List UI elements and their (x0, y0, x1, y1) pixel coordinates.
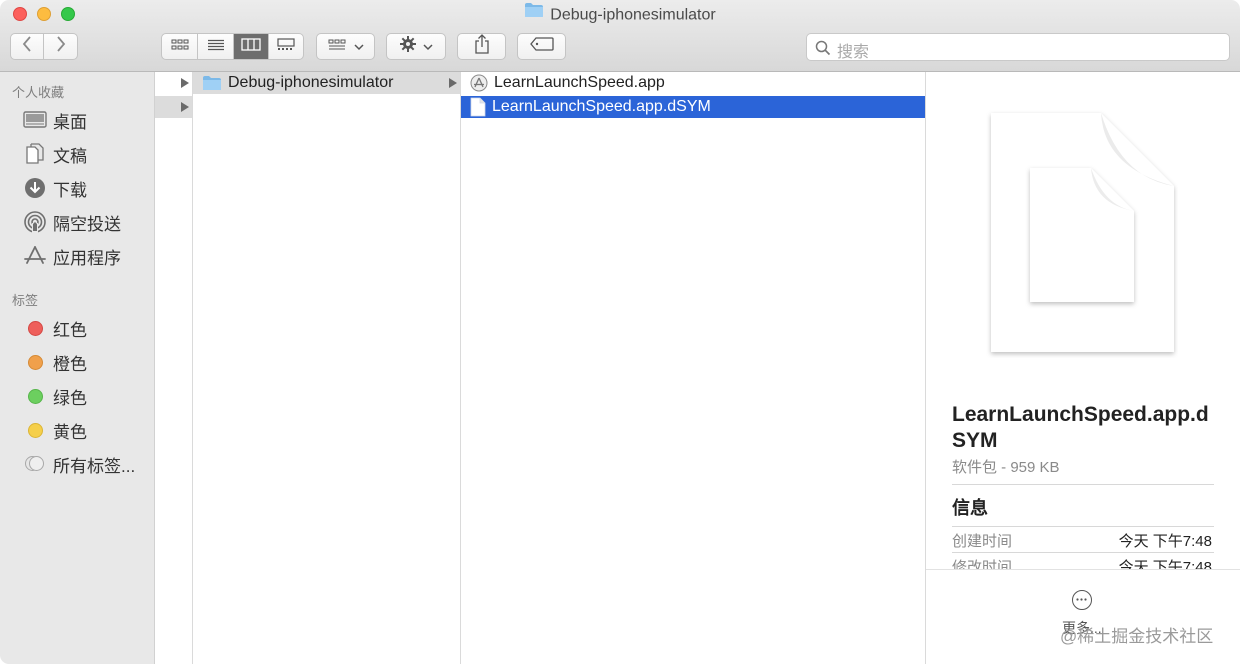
sidebar-tag-red[interactable]: 红色 (22, 314, 152, 342)
created-label: 创建时间 (952, 533, 1013, 550)
divider (952, 552, 1214, 553)
preview-file-name: LearnLaunchSpeed.app.dSYM (952, 403, 1209, 452)
gallery-view-button[interactable] (269, 34, 303, 59)
airdrop-icon (22, 210, 48, 234)
tag-icon (529, 37, 554, 56)
preview-pane: LearnLaunchSpeed.app.dSYM 软件包 - 959 KB 信… (926, 72, 1240, 664)
yellow-tag-dot-icon (27, 422, 43, 438)
share-icon (474, 34, 490, 59)
disclosure-triangle-icon (181, 102, 189, 112)
ancestor-column (155, 72, 193, 664)
preview-info-header: 信息 (952, 498, 988, 518)
window-title: Debug-iphonesimulator (0, 2, 1240, 26)
sidebar-item-label: 绿色 (53, 388, 87, 408)
column-view-button[interactable] (234, 34, 269, 59)
list-item-label: LearnLaunchSpeed.app.dSYM (492, 98, 711, 115)
document-preview-icon (986, 108, 1178, 363)
orange-tag-dot-icon (27, 354, 43, 370)
download-icon (22, 176, 48, 200)
search-placeholder: 搜索 (837, 44, 870, 61)
preview-actions: 更多... (926, 569, 1240, 664)
divider (952, 526, 1214, 527)
divider (952, 484, 1214, 485)
sidebar-item-desktop[interactable]: 桌面 (22, 106, 152, 134)
search-field[interactable]: 搜索 (806, 33, 1230, 61)
folder-icon (524, 2, 544, 25)
chevron-right-icon (56, 36, 66, 57)
modified-label: 修改时间 (952, 559, 1013, 569)
column-view-icon (241, 37, 261, 56)
gear-icon (399, 35, 417, 58)
sidebar-item-label: 黄色 (53, 422, 87, 442)
sidebar-item-label: 应用程序 (53, 248, 121, 268)
tags-header: 标签 (12, 293, 39, 308)
created-value: 今天 下午7:48 (1118, 533, 1212, 550)
app-icon (470, 74, 488, 92)
preview-kind-size: 软件包 - 959 KB (952, 459, 1060, 476)
window-title-text: Debug-iphonesimulator (550, 6, 716, 24)
favorites-header: 个人收藏 (12, 85, 65, 100)
icon-view-icon (171, 38, 189, 56)
list-item-file-selected[interactable]: LearnLaunchSpeed.app.dSYM (461, 96, 925, 118)
red-tag-dot-icon (27, 320, 43, 336)
list-view-button[interactable] (198, 34, 234, 59)
tag-button[interactable] (517, 33, 566, 60)
sidebar-item-label: 桌面 (53, 112, 87, 132)
sidebar-tag-yellow[interactable]: 黄色 (22, 416, 152, 444)
list-item-parent-folder[interactable]: Debug-iphonesimulator (193, 72, 460, 94)
desktop-icon (22, 108, 48, 132)
chevron-left-icon (22, 36, 32, 57)
list-item-file[interactable]: LearnLaunchSpeed.app (461, 72, 925, 94)
modified-value: 今天 下午7:48 (1118, 559, 1212, 569)
group-icon (328, 38, 348, 56)
forward-button[interactable] (44, 34, 77, 59)
applications-icon (22, 244, 48, 268)
icon-view-button[interactable] (162, 34, 198, 59)
group-by-button[interactable] (316, 33, 375, 60)
disclosure-triangle-icon (449, 78, 457, 88)
sidebar-tag-orange[interactable]: 橙色 (22, 348, 152, 376)
gallery-view-icon (276, 37, 296, 56)
chevron-down-icon (423, 38, 433, 56)
folder-icon (202, 75, 222, 91)
view-mode-control (161, 33, 304, 60)
chevron-down-icon (353, 38, 364, 56)
finder-window: Debug-iphonesimulator 搜索 个人收藏 桌面 文稿 下载 隔… (0, 0, 1240, 664)
more-icon[interactable] (1072, 590, 1092, 610)
list-view-icon (207, 38, 225, 56)
sidebar-item-documents[interactable]: 文稿 (22, 140, 152, 168)
disclosure-triangle-icon (181, 78, 189, 88)
sidebar-item-label: 所有标签... (53, 456, 136, 476)
sidebar-tag-green[interactable]: 绿色 (22, 382, 152, 410)
sidebar-item-label: 下载 (53, 180, 87, 200)
sidebar-item-label: 橙色 (53, 354, 87, 374)
back-button[interactable] (11, 34, 45, 59)
sidebar-item-applications[interactable]: 应用程序 (22, 242, 152, 270)
list-item-label: LearnLaunchSpeed.app (494, 74, 665, 91)
all-tags-icon (25, 456, 45, 472)
sidebar-item-downloads[interactable]: 下载 (22, 174, 152, 202)
list-item-label: Debug-iphonesimulator (228, 74, 394, 91)
green-tag-dot-icon (27, 388, 43, 404)
back-forward-control (10, 33, 78, 60)
sidebar-item-label: 红色 (53, 320, 87, 340)
modified-row-clip: 修改时间 今天 下午7:48 (926, 554, 1240, 569)
sidebar-item-label: 隔空投送 (53, 214, 121, 234)
contents-column: LearnLaunchSpeed.app LearnLaunchSpeed.ap… (461, 72, 926, 664)
watermark: @稀土掘金技术社区 (1060, 627, 1214, 646)
document-icon (470, 97, 486, 117)
sidebar-tag-all[interactable]: 所有标签... (22, 450, 152, 478)
documents-icon (22, 142, 48, 166)
sidebar-item-airdrop[interactable]: 隔空投送 (22, 208, 152, 236)
action-button[interactable] (386, 33, 446, 60)
sidebar-item-label: 文稿 (53, 146, 87, 166)
sidebar: 个人收藏 桌面 文稿 下载 隔空投送 应用程序 标签 红色 橙色 绿色 黄色 所… (0, 72, 155, 664)
toolbar: Debug-iphonesimulator 搜索 (0, 0, 1240, 72)
parent-column: Debug-iphonesimulator (193, 72, 461, 664)
share-button[interactable] (457, 33, 506, 60)
